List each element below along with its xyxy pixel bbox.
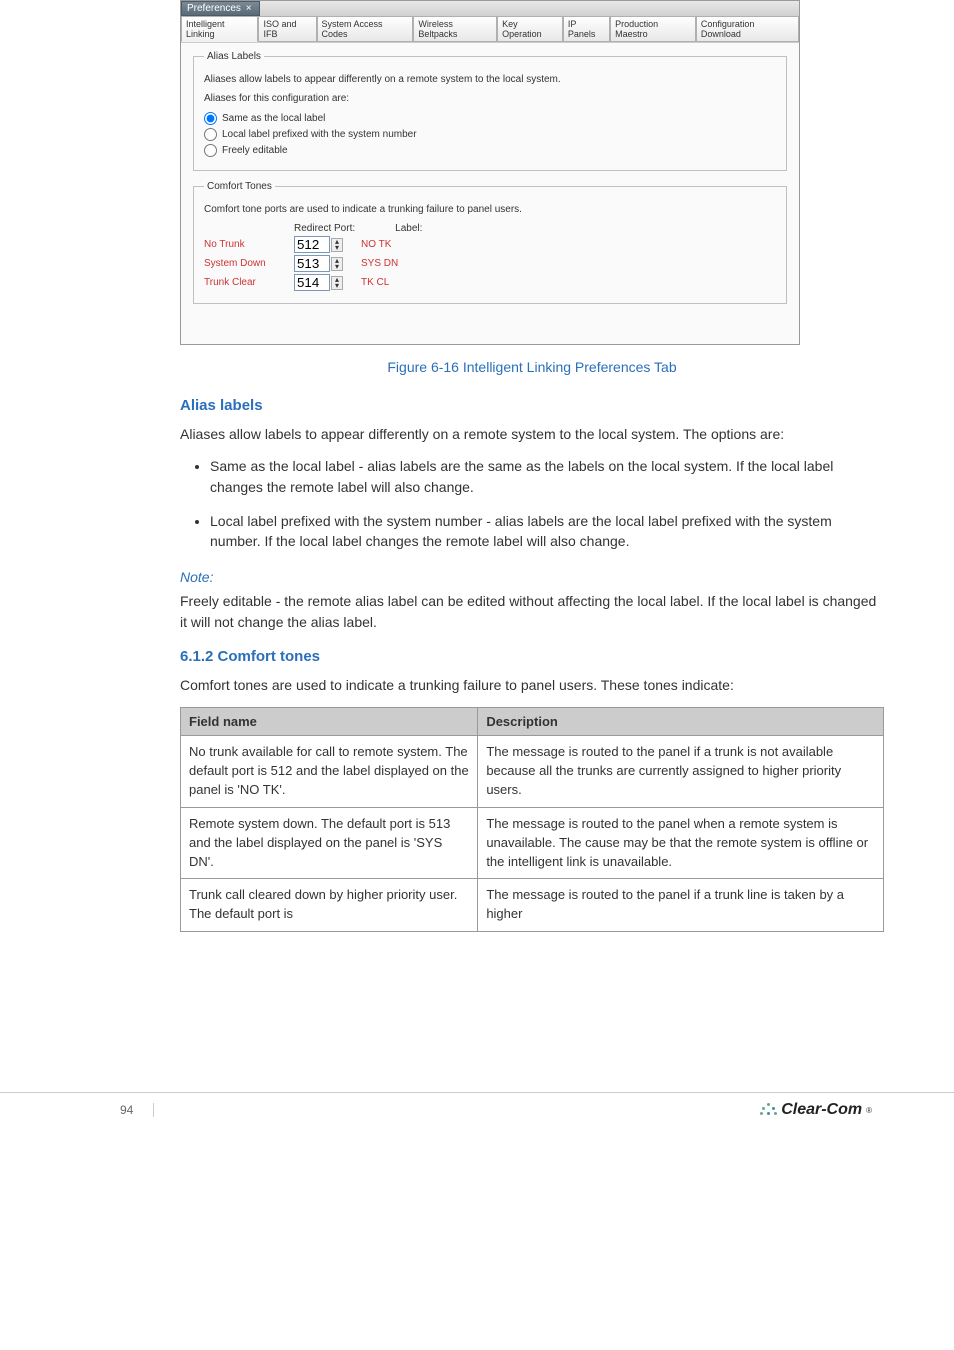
th-field: Field name: [181, 708, 478, 736]
ct-sysdown-port[interactable]: [294, 255, 330, 272]
window-title-text: Preferences: [187, 3, 241, 14]
radio-prefixed-label: Local label prefixed with the system num…: [222, 129, 417, 140]
th-desc: Description: [478, 708, 884, 736]
radio-prefixed[interactable]: Local label prefixed with the system num…: [204, 128, 776, 141]
comfort-heading: 6.1.2 Comfort tones: [180, 648, 884, 665]
brand-logo: Clear-Com ®: [759, 1101, 884, 1119]
alias-heading: Alias labels: [180, 397, 884, 414]
cell-field: Trunk call cleared down by higher priori…: [181, 879, 478, 932]
table-row: No trunk available for call to remote sy…: [181, 736, 884, 808]
table-row: Trunk call cleared down by higher priori…: [181, 879, 884, 932]
ct-notrunk-label: NO TK: [361, 239, 421, 250]
alias-labels-group: Alias Labels Aliases allow labels to app…: [193, 51, 787, 171]
tab-intelligent-linking[interactable]: Intelligent Linking: [181, 16, 258, 42]
cell-desc: The message is routed to the panel if a …: [478, 879, 884, 932]
spinner-icon[interactable]: ▴▾: [331, 276, 343, 290]
cell-desc: The message is routed to the panel if a …: [478, 736, 884, 808]
tab-wireless-beltpacks[interactable]: Wireless Beltpacks: [413, 16, 497, 42]
table-row: Remote system down. The default port is …: [181, 807, 884, 879]
ct-notrunk-name: No Trunk: [204, 239, 294, 250]
note-para: Freely editable - the remote alias label…: [180, 591, 884, 632]
comfort-desc: Comfort tone ports are used to indicate …: [204, 204, 776, 215]
spinner-icon[interactable]: ▴▾: [331, 238, 343, 252]
page-number: 94: [0, 1103, 154, 1117]
radio-freely-label: Freely editable: [222, 145, 288, 156]
ct-row-notrunk: No Trunk ▴▾ NO TK: [204, 236, 776, 253]
ct-notrunk-port[interactable]: [294, 236, 330, 253]
radio-freely-input[interactable]: [204, 144, 217, 157]
alias-bullets: Same as the local label - alias labels a…: [210, 456, 884, 551]
ct-row-sysdown: System Down ▴▾ SYS DN: [204, 255, 776, 272]
radio-same-label: Same as the local label: [222, 113, 325, 124]
cell-field: No trunk available for call to remote sy…: [181, 736, 478, 808]
close-icon[interactable]: ×: [244, 3, 254, 14]
window-title: Preferences ×: [181, 1, 260, 16]
tab-config-download[interactable]: Configuration Download: [696, 16, 799, 42]
page-footer: 94 Clear-Com ®: [0, 1092, 954, 1119]
window-titlebar: Preferences ×: [181, 1, 799, 16]
radio-same[interactable]: Same as the local label: [204, 112, 776, 125]
ct-trunkclear-label: TK CL: [361, 277, 421, 288]
ct-sysdown-label: SYS DN: [361, 258, 421, 269]
ct-trunkclear-name: Trunk Clear: [204, 277, 294, 288]
alias-desc1: Aliases allow labels to appear different…: [204, 74, 776, 85]
comfort-legend: Comfort Tones: [204, 181, 275, 192]
radio-freely[interactable]: Freely editable: [204, 144, 776, 157]
preferences-screenshot: Preferences × Intelligent Linking ISO an…: [180, 0, 800, 345]
cell-desc: The message is routed to the panel when …: [478, 807, 884, 879]
cell-field: Remote system down. The default port is …: [181, 807, 478, 879]
registered-icon: ®: [866, 1106, 872, 1115]
figure-caption: Figure 6-16 Intelligent Linking Preferen…: [180, 359, 884, 375]
radio-prefixed-input[interactable]: [204, 128, 217, 141]
radio-same-input[interactable]: [204, 112, 217, 125]
comfort-header-port: Redirect Port:: [294, 223, 355, 234]
bullet-1: Same as the local label - alias labels a…: [210, 456, 884, 497]
alias-desc2: Aliases for this configuration are:: [204, 93, 776, 104]
spinner-icon[interactable]: ▴▾: [331, 257, 343, 271]
tab-production-maestro[interactable]: Production Maestro: [610, 16, 696, 42]
comfort-tones-group: Comfort Tones Comfort tone ports are use…: [193, 181, 787, 304]
comfort-para: Comfort tones are used to indicate a tru…: [180, 675, 884, 695]
ct-trunkclear-port[interactable]: [294, 274, 330, 291]
tab-iso-ifb[interactable]: ISO and IFB: [258, 16, 316, 42]
brand-name: Clear-Com: [781, 1101, 862, 1119]
logo-icon: [759, 1101, 777, 1119]
alias-legend: Alias Labels: [204, 51, 264, 62]
note-header: Note:: [180, 569, 884, 585]
bullet-2: Local label prefixed with the system num…: [210, 511, 884, 552]
comfort-header-label: Label:: [395, 223, 422, 234]
tab-key-operation[interactable]: Key Operation: [497, 16, 563, 42]
comfort-table: Field name Description No trunk availabl…: [180, 707, 884, 932]
alias-para: Aliases allow labels to appear different…: [180, 424, 884, 444]
ct-row-trunkclear: Trunk Clear ▴▾ TK CL: [204, 274, 776, 291]
tab-row: Intelligent Linking ISO and IFB System A…: [181, 16, 799, 43]
comfort-header: Redirect Port: Label:: [204, 223, 776, 234]
ct-sysdown-name: System Down: [204, 258, 294, 269]
tab-system-access[interactable]: System Access Codes: [317, 16, 414, 42]
tab-ip-panels[interactable]: IP Panels: [563, 16, 610, 42]
